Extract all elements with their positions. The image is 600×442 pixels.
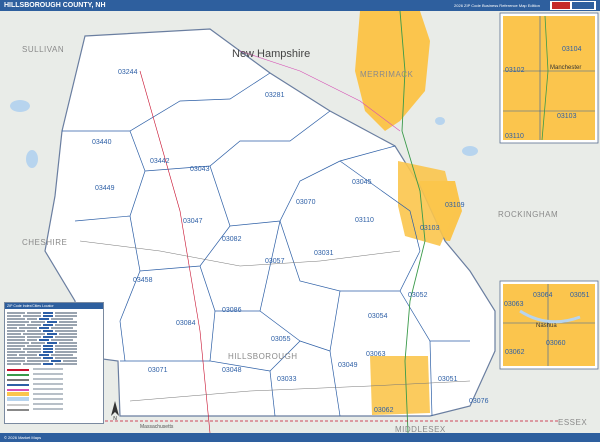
inset-bottom-zip: 03062 xyxy=(505,349,525,356)
inset-manchester xyxy=(499,12,599,144)
lake xyxy=(26,150,38,168)
map-legend: ZIP Code Index/Cities Locator xyxy=(4,302,104,424)
legend-title: ZIP Code Index/Cities Locator xyxy=(5,303,103,309)
zip-label: 03076 xyxy=(469,398,489,405)
north-arrow-icon: N xyxy=(111,401,119,420)
zip-label: 03082 xyxy=(222,236,242,243)
inset-bottom-zip: 03060 xyxy=(546,340,566,347)
zip-label: 03442 xyxy=(150,158,170,165)
map-page: HILLSBOROUGH COUNTY, NH 2026 ZIP Code Bu… xyxy=(0,0,600,442)
map-title: HILLSBOROUGH COUNTY, NH xyxy=(4,2,106,9)
zip-label: 03449 xyxy=(95,185,115,192)
zip-label: 03049 xyxy=(338,362,358,369)
zip-label: 03440 xyxy=(92,139,112,146)
legend-index-table xyxy=(7,311,101,365)
zip-label: 03054 xyxy=(368,313,388,320)
zip-label: 03070 xyxy=(296,199,316,206)
inset-bottom-zip: 03051 xyxy=(570,292,590,299)
lake xyxy=(435,117,445,125)
zip-label: 03045 xyxy=(352,179,372,186)
inset-bottom-city: Nashua xyxy=(536,323,557,329)
zip-label: 03086 xyxy=(222,307,242,314)
inset-bottom-zip: 03064 xyxy=(533,292,553,299)
zip-label: 03047 xyxy=(183,218,203,225)
legend-symbols xyxy=(7,367,101,412)
zip-label: 03109 xyxy=(445,202,465,209)
county-label-cheshire: CHESHIRE xyxy=(22,238,68,247)
copyright-text: © 2026 Market Maps xyxy=(4,435,42,440)
zip-label: 03031 xyxy=(314,250,334,257)
zip-label: 03057 xyxy=(265,258,285,265)
zip-label: 03084 xyxy=(176,320,196,327)
county-label-essex: ESSEX xyxy=(558,418,588,427)
inset-top-zip: 03104 xyxy=(562,46,582,53)
state-label: New Hampshire xyxy=(232,48,311,60)
inset-top-zip: 03102 xyxy=(505,67,525,74)
inset-bottom-zip: 03063 xyxy=(504,301,524,308)
zip-label: 03052 xyxy=(408,292,428,299)
zip-label: 03458 xyxy=(133,277,153,284)
inset-top-zip: 03103 xyxy=(557,113,577,120)
zip-label: 03051 xyxy=(438,376,458,383)
county-label-merrimack: MERRIMACK xyxy=(360,70,414,79)
county-label-sullivan: SULLIVAN xyxy=(22,45,65,54)
zip-label: 03244 xyxy=(118,69,138,76)
inset-top-city: Manchester xyxy=(550,65,582,71)
publisher-logo xyxy=(550,1,596,10)
zip-label: 03055 xyxy=(271,336,291,343)
lake xyxy=(462,146,478,156)
zip-label: 03048 xyxy=(222,367,242,374)
header-bar: HILLSBOROUGH COUNTY, NH 2026 ZIP Code Bu… xyxy=(0,0,600,11)
zip-label: 03033 xyxy=(277,376,297,383)
footer-bar: © 2026 Market Maps xyxy=(0,433,600,442)
county-label-hillsborough: HILLSBOROUGH xyxy=(228,352,298,361)
zip-label: 03281 xyxy=(265,92,285,99)
edition-note: 2026 ZIP Code Business Reference Map Edi… xyxy=(454,3,540,8)
logo-mark-red xyxy=(552,2,570,9)
zip-label: 03103 xyxy=(420,225,440,232)
zip-label: 03110 xyxy=(355,217,374,224)
compass-letter: N xyxy=(113,416,117,420)
inset-top-zip: 03110 xyxy=(505,133,524,140)
county-label-rockingham: ROCKINGHAM xyxy=(498,210,559,219)
zip-label: 03063 xyxy=(366,351,386,358)
logo-mark-blue xyxy=(572,2,594,9)
zip-label: 03071 xyxy=(148,367,168,374)
state-label-massachusetts: Massachusetts xyxy=(140,424,174,430)
zip-label: 03043 xyxy=(190,166,210,173)
zip-label: 03062 xyxy=(374,407,394,414)
lake xyxy=(10,100,30,112)
